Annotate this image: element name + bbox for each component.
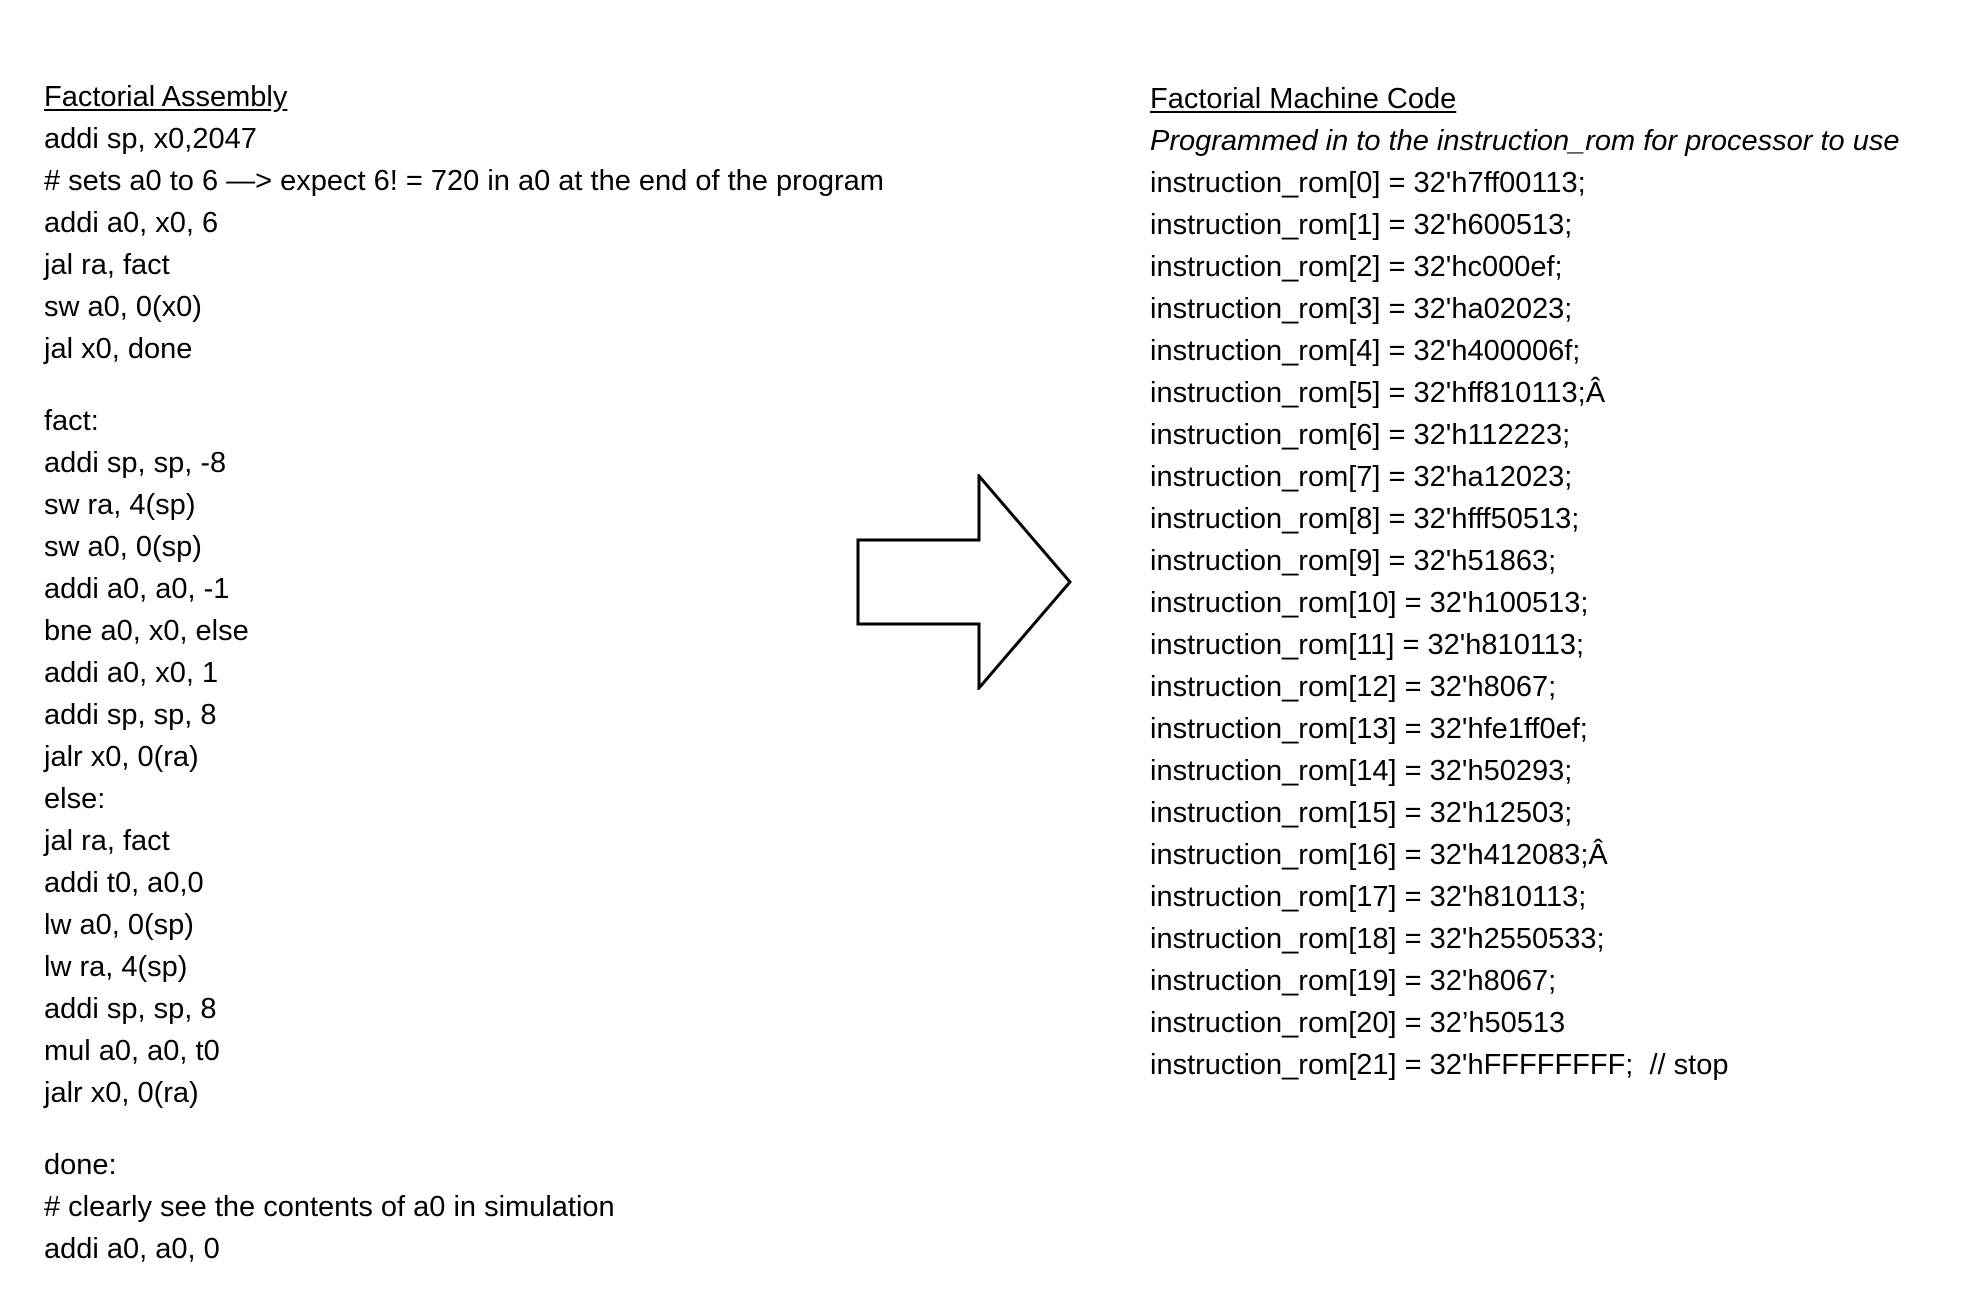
assembly-line: mul a0, a0, t0 xyxy=(44,1035,220,1067)
assembly-line: addi a0, x0, 6 xyxy=(44,207,219,239)
assembly-line: lw a0, 0(sp) xyxy=(44,909,194,941)
machine-code-line: instruction_rom[5] = 32'hff810113;Â xyxy=(1150,377,1606,409)
assembly-line: lw ra, 4(sp) xyxy=(44,951,188,983)
assembly-line: jal ra, fact xyxy=(44,249,170,281)
machine-code-line: instruction_rom[6] = 32'h112223; xyxy=(1150,419,1571,451)
machine-code-line: instruction_rom[18] = 32'h2550533; xyxy=(1150,923,1605,955)
assembly-block: fact: addi sp, sp, -8 sw ra, 4(sp) sw a0, 0… xyxy=(44,400,944,1114)
assembly-line: jalr x0, 0(ra) xyxy=(44,1077,199,1109)
assembly-line: addi sp, sp, 8 xyxy=(44,699,217,731)
assembly-column: Factorial Assembly addi sp, x0,2047 # set… xyxy=(44,76,944,1270)
machine-code-line: instruction_rom[20] = 32’h50513 xyxy=(1150,1007,1566,1039)
assembly-line: else: xyxy=(44,783,106,815)
assembly-line: # sets a0 to 6 —> expect 6! = 720 in a0 … xyxy=(44,165,884,197)
assembly-block: addi sp, x0,2047 # sets a0 to 6 —> expect… xyxy=(44,118,944,370)
machine-code-line: instruction_rom[11] = 32'h810113; xyxy=(1150,629,1585,661)
assembly-line: addi a0, a0, 0 xyxy=(44,1233,220,1265)
machine-code-line: instruction_rom[10] = 32'h100513; xyxy=(1150,587,1589,619)
block-separator xyxy=(44,1114,944,1144)
machine-code-line: instruction_rom[7] = 32'ha12023; xyxy=(1150,461,1573,493)
machine-code-line: instruction_rom[4] = 32'h400006f; xyxy=(1150,335,1581,367)
machine-code-line: instruction_rom[2] = 32'hc000ef; xyxy=(1150,251,1563,283)
assembly-line: jalr x0, 0(ra) xyxy=(44,741,199,773)
assembly-line: addi a0, a0, -1 xyxy=(44,573,230,605)
assembly-line: addi sp, sp, 8 xyxy=(44,993,217,1025)
assembly-line: sw a0, 0(x0) xyxy=(44,291,202,323)
assembly-line: addi a0, x0, 1 xyxy=(44,657,219,689)
machine-code-line: instruction_rom[1] = 32'h600513; xyxy=(1150,209,1573,241)
machine-code-line: instruction_rom[15] = 32'h12503; xyxy=(1150,797,1573,829)
machine-code-line: instruction_rom[9] = 32'h51863; xyxy=(1150,545,1557,577)
machine-code-column: Factorial Machine Code Programmed in to … xyxy=(1150,78,1950,1086)
assembly-line: bne a0, x0, else xyxy=(44,615,249,647)
assembly-code-listing: addi sp, x0,2047 # sets a0 to 6 —> expect… xyxy=(44,118,944,1270)
machine-code-subtitle: Programmed in to the instruction_rom for… xyxy=(1150,125,1900,157)
assembly-line: jal x0, done xyxy=(44,333,193,365)
assembly-line: fact: xyxy=(44,405,99,437)
assembly-heading: Factorial Assembly xyxy=(44,81,288,113)
machine-code-line: instruction_rom[16] = 32'h412083;Â xyxy=(1150,839,1608,871)
machine-code-line: instruction_rom[0] = 32'h7ff00113; xyxy=(1150,167,1586,199)
machine-code-listing: instruction_rom[0] = 32'h7ff00113; instru… xyxy=(1150,162,1950,1086)
block-separator xyxy=(44,370,944,400)
machine-code-heading: Factorial Machine Code xyxy=(1150,83,1457,115)
machine-code-line: instruction_rom[3] = 32'ha02023; xyxy=(1150,293,1573,325)
assembly-line: addi sp, sp, -8 xyxy=(44,447,227,479)
assembly-line: sw ra, 4(sp) xyxy=(44,489,196,521)
assembly-line: # clearly see the contents of a0 in simu… xyxy=(44,1191,615,1223)
machine-code-line: instruction_rom[13] = 32'hfe1ff0ef; xyxy=(1150,713,1588,745)
machine-code-line: instruction_rom[19] = 32'h8067; xyxy=(1150,965,1557,997)
machine-code-line: instruction_rom[14] = 32'h50293; xyxy=(1150,755,1573,787)
assembly-line: addi sp, x0,2047 xyxy=(44,123,257,155)
assembly-line: addi t0, a0,0 xyxy=(44,867,204,899)
assembly-line: jal ra, fact xyxy=(44,825,170,857)
machine-code-line: instruction_rom[12] = 32'h8067; xyxy=(1150,671,1557,703)
right-arrow-icon xyxy=(856,474,1072,690)
assembly-block: done: # clearly see the contents of a0 in… xyxy=(44,1144,944,1270)
machine-code-line: instruction_rom[21] = 32'hFFFFFFFF; // s… xyxy=(1150,1049,1729,1081)
assembly-line: sw a0, 0(sp) xyxy=(44,531,202,563)
assembly-line: done: xyxy=(44,1149,117,1181)
machine-code-line: instruction_rom[8] = 32'hfff50513; xyxy=(1150,503,1580,535)
machine-code-line: instruction_rom[17] = 32'h810113; xyxy=(1150,881,1587,913)
